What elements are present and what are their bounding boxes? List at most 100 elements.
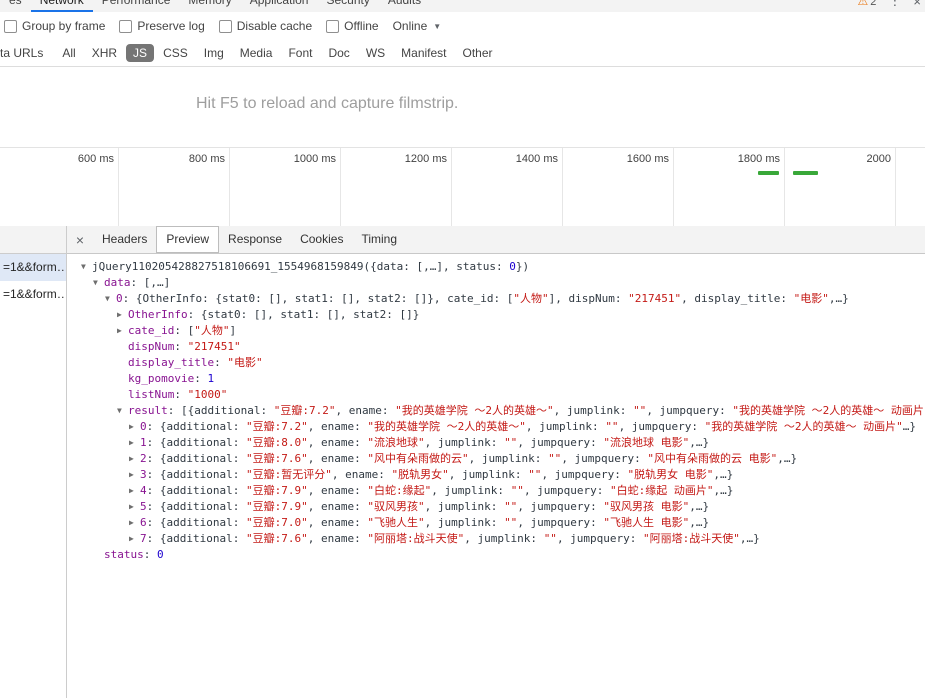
- filter-pill-xhr[interactable]: XHR: [85, 44, 124, 62]
- disclosure-triangle-icon[interactable]: ▶: [129, 531, 140, 547]
- checkbox-label: Preserve log: [137, 19, 205, 33]
- checkbox-offline[interactable]: Offline: [326, 19, 379, 33]
- devtools-tab-es[interactable]: es: [0, 0, 31, 12]
- disclosure-triangle-icon[interactable]: ▼: [117, 403, 128, 419]
- json-punctuation: {stat0: [], stat1: [], stat2: []}: [200, 308, 420, 321]
- disclosure-triangle-icon[interactable]: ▼: [93, 275, 104, 291]
- json-punctuation: : {additional:: [146, 484, 246, 497]
- json-tree-line: ▼ jQuery110205428827518106691_15549681598…: [67, 259, 925, 275]
- json-punctuation: : {additional:: [146, 500, 246, 513]
- disclosure-triangle-icon[interactable]: ▶: [129, 515, 140, 531]
- devtools-tab-memory[interactable]: Memory: [179, 0, 240, 12]
- filter-pill-all[interactable]: All: [55, 44, 82, 62]
- filter-pill-img[interactable]: Img: [197, 44, 231, 62]
- json-string: "白蛇:缘起": [367, 484, 432, 497]
- devtools-tab-performance[interactable]: Performance: [93, 0, 180, 12]
- network-activity-bar: [792, 171, 818, 175]
- json-punctuation: : {OtherInfo: {stat0: [], stat1: [], sta…: [122, 292, 514, 305]
- devtools-tab-network[interactable]: Network: [31, 0, 93, 12]
- hide-data-urls-label[interactable]: ta URLs: [0, 46, 43, 60]
- json-punctuation: ,…}: [713, 468, 734, 481]
- devtools-tab-audits[interactable]: Audits: [379, 0, 430, 12]
- details-tab-response[interactable]: Response: [219, 226, 291, 253]
- timeline-gridline: [118, 148, 119, 227]
- json-number: 0: [509, 260, 516, 273]
- json-string: "电影": [227, 356, 263, 369]
- disclosure-triangle-icon[interactable]: ▶: [129, 435, 140, 451]
- details-tab-cookies[interactable]: Cookies: [291, 226, 352, 253]
- disclosure-triangle-icon[interactable]: ▶: [129, 483, 140, 499]
- filter-pill-other[interactable]: Other: [456, 44, 500, 62]
- json-punctuation: : {additional:: [146, 452, 246, 465]
- filter-pill-font[interactable]: Font: [281, 44, 319, 62]
- json-punctuation: ,…}: [689, 436, 710, 449]
- requests-column-header: [0, 226, 66, 254]
- json-tree-line: ▶ 4: {additional: "豆瓣:7.9", ename: "白蛇:缘起…: [67, 483, 925, 499]
- json-punctuation: ,…}: [689, 516, 710, 529]
- json-punctuation: ,…}: [828, 292, 849, 305]
- timeline-tick-label: 1400 ms: [515, 153, 558, 165]
- json-punctuation: , jumplink:: [525, 420, 606, 433]
- request-row[interactable]: =1&&form…: [0, 281, 66, 308]
- disclosure-triangle-icon[interactable]: ▼: [105, 291, 116, 307]
- close-details-button[interactable]: ×: [67, 232, 93, 248]
- json-punctuation: , ename:: [307, 452, 368, 465]
- filter-pill-ws[interactable]: WS: [359, 44, 392, 62]
- json-string: "我的英雄学院 ～2人的英雄～": [367, 420, 526, 433]
- devtools-tab-security[interactable]: Security: [317, 0, 378, 12]
- json-tree-line: ▶ 6: {additional: "豆瓣:7.0", ename: "飞驰人生"…: [67, 515, 925, 531]
- json-string: "人物": [194, 324, 230, 337]
- json-key: status: [104, 548, 144, 561]
- filter-pill-css[interactable]: CSS: [156, 44, 195, 62]
- details-tab-preview[interactable]: Preview: [156, 226, 220, 253]
- json-string: "流浪地球": [367, 436, 425, 449]
- json-string: "人物": [513, 292, 549, 305]
- checkbox-preserve-log[interactable]: Preserve log: [119, 19, 205, 33]
- devtools-tabbar-actions: ⚠ 2 ⋮ ×: [858, 0, 921, 12]
- network-toolbar: Group by frame Preserve log Disable cache O…: [0, 12, 925, 41]
- json-punctuation: : {additional:: [146, 532, 246, 545]
- chevron-down-icon: ▼: [433, 21, 442, 31]
- json-string: "阿丽塔:战斗天使": [643, 532, 740, 545]
- checkbox-disable-cache[interactable]: Disable cache: [218, 19, 312, 33]
- json-key: 1: [140, 436, 147, 449]
- disclosure-triangle-icon[interactable]: ▶: [129, 451, 140, 467]
- json-punctuation: , jumplink:: [464, 532, 544, 545]
- checkbox-box-icon: [326, 19, 340, 33]
- filter-pill-media[interactable]: Media: [233, 44, 280, 62]
- json-punctuation: , jumpquery:: [646, 404, 733, 417]
- close-devtools-icon[interactable]: ×: [913, 0, 921, 9]
- filter-pill-manifest[interactable]: Manifest: [394, 44, 453, 62]
- disclosure-triangle-icon[interactable]: ▶: [129, 467, 140, 483]
- timeline-overview[interactable]: 600 ms 800 ms 1000 ms 1200 ms 1400 ms 1600 ms…: [0, 147, 925, 228]
- details-tab-timing[interactable]: Timing: [352, 226, 406, 253]
- disclosure-triangle-icon[interactable]: ▶: [129, 499, 140, 515]
- json-tree-line: ▶ 2: {additional: "豆瓣:7.6", ename: "风中有朵雨…: [67, 451, 925, 467]
- disclosure-triangle-icon[interactable]: ▶: [117, 323, 128, 339]
- json-tree-line: listNum: "1000": [67, 387, 925, 403]
- json-punctuation: :: [174, 388, 188, 401]
- warning-badge[interactable]: ⚠ 2: [858, 0, 877, 10]
- json-punctuation: , jumplink:: [468, 452, 549, 465]
- disclosure-triangle-icon[interactable]: ▶: [117, 307, 128, 323]
- request-row[interactable]: =1&&form…: [0, 254, 66, 281]
- json-punctuation: , jumplink:: [448, 468, 529, 481]
- checkbox-label: Group by frame: [22, 19, 106, 33]
- json-punctuation: jQuery110205428827518106691_155496815984…: [92, 260, 417, 273]
- filter-pill-doc[interactable]: Doc: [321, 44, 356, 62]
- details-tab-headers[interactable]: Headers: [93, 226, 156, 253]
- devtools-tab-application[interactable]: Application: [241, 0, 318, 12]
- disclosure-triangle-icon[interactable]: ▶: [129, 419, 140, 435]
- json-string: "1000": [187, 388, 228, 401]
- more-menu-icon[interactable]: ⋮: [888, 0, 901, 9]
- checkbox-box-icon: [119, 19, 133, 33]
- json-punctuation: , jumplink:: [553, 404, 634, 417]
- devtools-tabbar-tabs: es Network Performance Memory Application Sec…: [0, 0, 430, 12]
- disclosure-triangle-icon[interactable]: ▼: [81, 259, 92, 275]
- checkbox-label: Offline: [344, 19, 379, 33]
- checkbox-group-by-frame[interactable]: Group by frame: [4, 19, 105, 33]
- filter-pill-js[interactable]: JS: [126, 44, 155, 62]
- throttling-select[interactable]: Online ▼: [393, 19, 442, 33]
- json-string: "流浪地球 电影": [603, 436, 690, 449]
- json-punctuation: :: [214, 356, 228, 369]
